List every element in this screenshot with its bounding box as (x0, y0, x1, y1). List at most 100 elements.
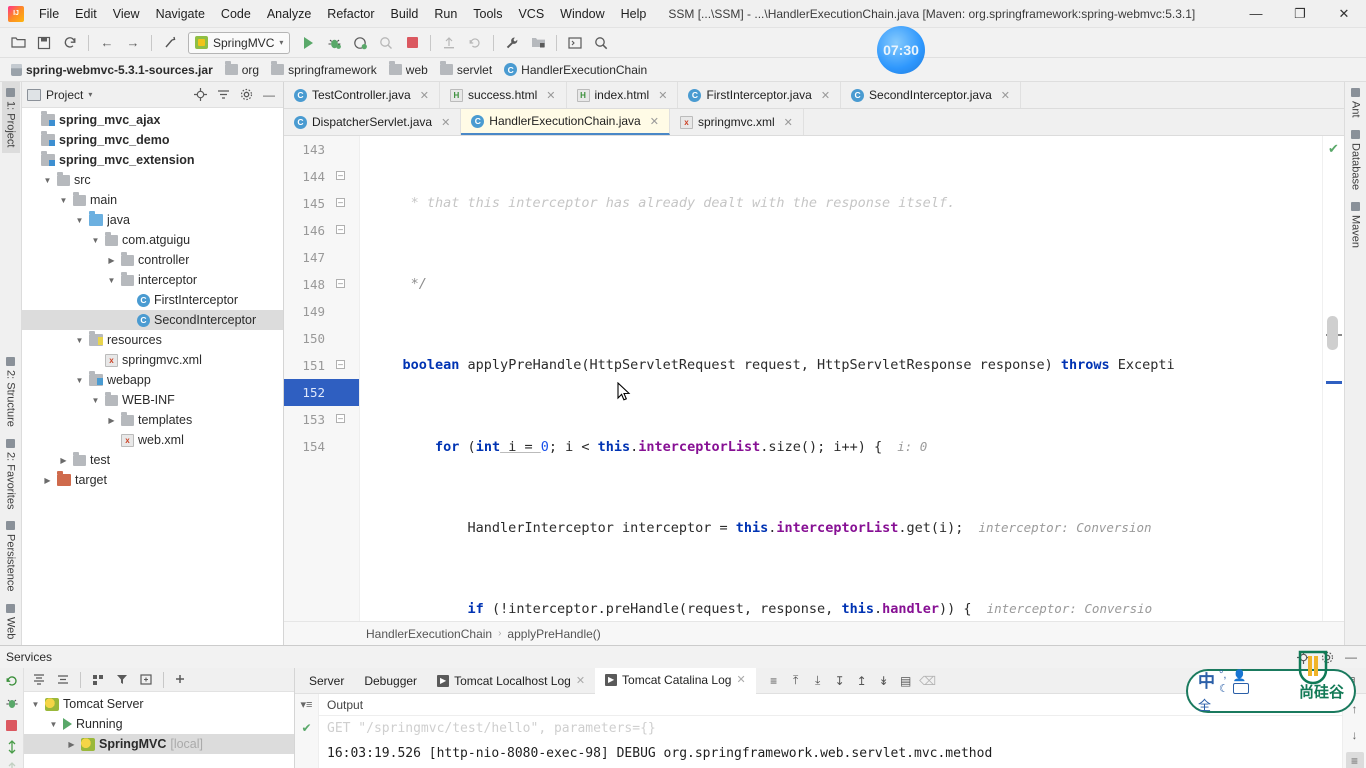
ime-moon-icon[interactable]: ☾ (1219, 682, 1229, 695)
project-tree-node[interactable]: ▶ test (22, 450, 283, 470)
close-icon[interactable]: ✕ (546, 89, 555, 102)
menu-build[interactable]: Build (383, 3, 427, 25)
editor-gutter[interactable]: 143 144– 145– 146– 147 148– 149 150 151–… (284, 136, 360, 621)
print-icon[interactable]: ▤ (896, 671, 916, 691)
project-tree-node[interactable]: ▶ templates (22, 410, 283, 430)
close-icon[interactable]: ✕ (821, 89, 830, 102)
ime-fullwidth-icon[interactable]: 全 (1198, 695, 1215, 714)
group-icon[interactable] (87, 670, 109, 690)
fold-icon[interactable]: – (336, 414, 345, 423)
chevron-down-icon[interactable]: ▼ (90, 236, 101, 245)
sync-icon[interactable] (58, 32, 82, 54)
run-with-coverage-icon[interactable] (348, 32, 372, 54)
editor-right-gutter[interactable]: ✔ (1322, 136, 1344, 621)
run-icon[interactable] (296, 32, 320, 54)
chevron-down-icon[interactable]: ▼ (74, 376, 85, 385)
code-text[interactable]: * that this interceptor has already deal… (360, 136, 1322, 621)
deploy-icon[interactable] (3, 738, 21, 756)
save-all-icon[interactable] (32, 32, 56, 54)
editor-tab-row-2[interactable]: C DispatcherServlet.java ✕ C HandlerExecutio… (284, 109, 1344, 136)
project-tree-node[interactable]: C SecondInterceptor (22, 310, 283, 330)
breadcrumb-class[interactable]: C HandlerExecutionChain (499, 62, 652, 78)
editor-tab[interactable]: C FirstInterceptor.java ✕ (678, 82, 842, 108)
show-config-icon[interactable] (135, 670, 157, 690)
locate-icon[interactable] (191, 86, 209, 104)
fold-icon[interactable]: – (336, 360, 345, 369)
breadcrumb-jar[interactable]: spring-webmvc-5.3.1-sources.jar (6, 62, 218, 78)
chevron-right-icon[interactable]: ▶ (106, 256, 117, 265)
sidebar-item-database[interactable]: Database (1347, 124, 1365, 196)
project-tree-node[interactable]: spring_mvc_extension (22, 150, 283, 170)
project-tree-node[interactable]: C FirstInterceptor (22, 290, 283, 310)
sidebar-item-favorites[interactable]: 2: Favorites (2, 433, 20, 515)
scroll-down-icon[interactable]: ↓ (1346, 726, 1364, 744)
close-icon[interactable]: ✕ (784, 116, 793, 129)
terminal-icon[interactable] (563, 32, 587, 54)
chevron-down-icon[interactable]: ▼ (106, 276, 117, 285)
ime-user-icon[interactable]: 👤 (1233, 669, 1249, 682)
down-stack-icon[interactable]: ↡ (874, 671, 894, 691)
gear-icon[interactable] (237, 86, 255, 104)
editor-tab-row-1[interactable]: CTestController.java✕success.html✕index.… (284, 82, 1344, 109)
update-app-icon[interactable] (437, 32, 461, 54)
project-tree-node[interactable]: springmvc.xml (22, 350, 283, 370)
close-icon[interactable]: ✕ (650, 115, 659, 128)
fold-icon[interactable]: – (336, 198, 345, 207)
project-tree-node[interactable]: ▶ controller (22, 250, 283, 270)
clear-icon[interactable]: ⌫ (918, 671, 938, 691)
breadcrumb-web[interactable]: web (384, 61, 433, 78)
collapse-all-icon[interactable] (214, 86, 232, 104)
chevron-down-icon[interactable]: ▼ (30, 700, 41, 709)
services-tree[interactable]: ▼ Tomcat Server ▼ Running ▶ SpringMVC [local] (24, 692, 294, 768)
minimize-button[interactable]: — (1234, 0, 1278, 28)
close-icon[interactable]: ✕ (420, 89, 429, 102)
sidebar-item-web[interactable]: Web (2, 598, 20, 645)
soft-wrap-icon[interactable]: ≡ (1345, 752, 1364, 768)
breadcrumb-servlet[interactable]: servlet (435, 61, 497, 78)
project-tree-node[interactable]: spring_mvc_demo (22, 130, 283, 150)
chevron-down-icon[interactable]: ▼ (74, 216, 85, 225)
project-tree-node[interactable]: ▼ src (22, 170, 283, 190)
ime-punctuation-icon[interactable]: °, (1219, 669, 1229, 681)
project-tree-node[interactable]: ▼ main (22, 190, 283, 210)
menu-analyze[interactable]: Analyze (259, 3, 319, 25)
close-icon[interactable]: ✕ (441, 116, 450, 129)
build-icon[interactable] (158, 32, 182, 54)
sogou-ime-bar[interactable]: 中 °, 👤 ☾ 全 尚硅谷 (1186, 669, 1356, 713)
project-tree-node[interactable]: ▼ WEB-INF (22, 390, 283, 410)
search-everywhere-icon[interactable] (589, 32, 613, 54)
editor-tab[interactable]: C HandlerExecutionChain.java ✕ (461, 109, 670, 135)
menu-navigate[interactable]: Navigate (148, 3, 213, 25)
add-service-icon[interactable] (170, 670, 192, 690)
editor-tab[interactable]: C SecondInterceptor.java ✕ (841, 82, 1021, 108)
profile-icon[interactable] (374, 32, 398, 54)
menu-run[interactable]: Run (426, 3, 465, 25)
code-editor[interactable]: 143 144– 145– 146– 147 148– 149 150 151–… (284, 136, 1344, 621)
menu-vcs[interactable]: VCS (510, 3, 552, 25)
fold-icon[interactable]: – (336, 171, 345, 180)
expand-all-icon[interactable] (28, 670, 50, 690)
run-configuration-selector[interactable]: SpringMVC ▾ (188, 31, 291, 54)
services-tab[interactable]: Debugger (354, 668, 427, 694)
services-tab[interactable]: ▶ Tomcat Catalina Log ✕ (595, 667, 756, 694)
breadcrumb-class-name[interactable]: HandlerExecutionChain (366, 627, 492, 641)
sidebar-item-maven[interactable]: Maven (1347, 196, 1365, 254)
menu-code[interactable]: Code (213, 3, 259, 25)
services-tab[interactable]: Server (299, 668, 354, 694)
chevron-right-icon[interactable]: ▶ (66, 740, 77, 749)
close-button[interactable]: ✕ (1322, 0, 1366, 28)
settings-wrench-icon[interactable] (500, 32, 524, 54)
chevron-right-icon[interactable]: ▶ (58, 456, 69, 465)
editor-tab[interactable]: success.html ✕ (440, 82, 567, 108)
maximize-button[interactable]: ❐ (1278, 0, 1322, 28)
scroll-to-end-icon[interactable]: ↧ (830, 671, 850, 691)
up-stack-icon[interactable]: ↥ (852, 671, 872, 691)
breadcrumb-org[interactable]: org (220, 61, 264, 78)
edit-config-icon[interactable] (3, 760, 21, 768)
stop-icon[interactable] (400, 32, 424, 54)
stop-icon[interactable] (3, 716, 21, 734)
project-panel-title-group[interactable]: Project ▾ (27, 88, 186, 102)
chevron-down-icon[interactable]: ▼ (42, 176, 53, 185)
console-output[interactable]: GET "/springmvc/test/hello", parameters=… (319, 716, 1342, 768)
menu-window[interactable]: Window (552, 3, 612, 25)
